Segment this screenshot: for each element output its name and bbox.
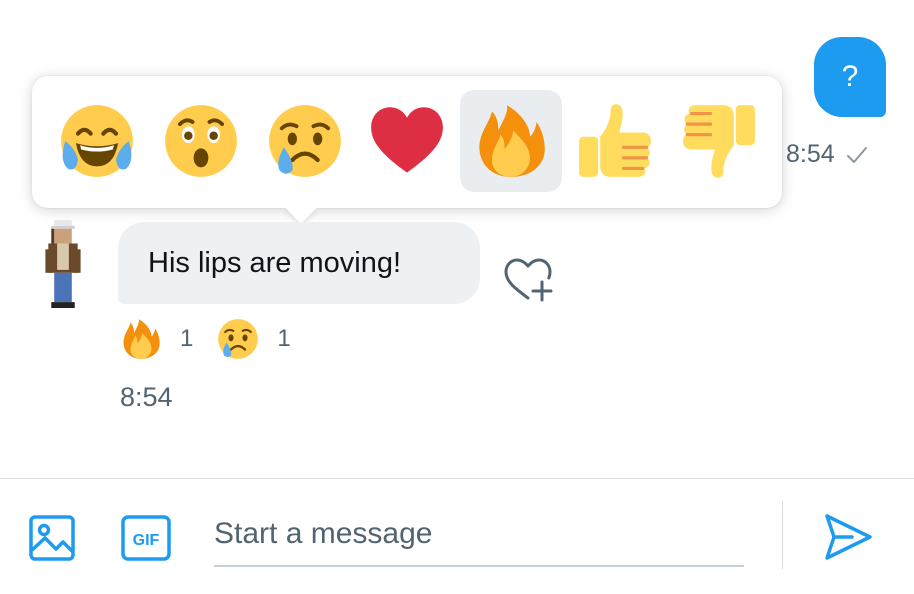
crying-face-icon — [217, 318, 259, 360]
reaction-option-crying[interactable] — [254, 90, 356, 192]
checkmark-icon — [846, 146, 867, 163]
outgoing-message-time: 8:54 — [786, 140, 835, 168]
fire-icon — [120, 318, 162, 360]
reaction-option-fire[interactable] — [460, 90, 562, 192]
send-icon[interactable] — [822, 511, 874, 563]
reaction-option-surprised[interactable] — [150, 90, 252, 192]
thumbs-down-icon — [681, 103, 757, 179]
avatar[interactable] — [42, 220, 84, 308]
reaction-count: 1 — [277, 325, 291, 352]
reaction-option-thumbs-up[interactable] — [564, 90, 666, 192]
composer-divider — [782, 501, 783, 569]
reaction-picker — [32, 76, 782, 208]
message-input[interactable] — [214, 503, 744, 567]
incoming-message-time: 8:54 — [120, 382, 173, 412]
surprised-face-icon — [163, 103, 239, 179]
reaction-chip-crying[interactable]: 1 — [217, 318, 291, 360]
conversation-view: ? 8:54 His lips are moving! 1 1 8:54 — [0, 0, 914, 478]
reaction-option-heart[interactable] — [356, 90, 458, 192]
fire-icon — [473, 103, 549, 179]
incoming-message-text: His lips are moving! — [148, 246, 402, 279]
heart-plus-icon[interactable] — [500, 254, 556, 304]
thumbs-up-icon — [577, 103, 653, 179]
outgoing-message-meta: 8:54 — [786, 140, 869, 169]
outgoing-message-bubble[interactable]: ? — [814, 37, 886, 117]
crying-face-icon — [267, 103, 343, 179]
reaction-option-thumbs-down[interactable] — [668, 90, 770, 192]
heart-icon — [369, 103, 445, 179]
tears-of-joy-icon — [59, 103, 135, 179]
outgoing-message-text: ? — [841, 60, 859, 93]
incoming-message-bubble[interactable]: His lips are moving! — [118, 222, 480, 304]
gif-button[interactable]: GIF — [120, 514, 172, 562]
gif-label: GIF — [133, 532, 160, 549]
reaction-count: 1 — [180, 325, 194, 352]
image-icon[interactable] — [28, 514, 76, 562]
message-composer: GIF — [0, 478, 914, 594]
reaction-chip-fire[interactable]: 1 — [120, 318, 193, 360]
message-reactions: 1 1 — [120, 318, 291, 360]
reaction-option-tears-of-joy[interactable] — [46, 90, 148, 192]
